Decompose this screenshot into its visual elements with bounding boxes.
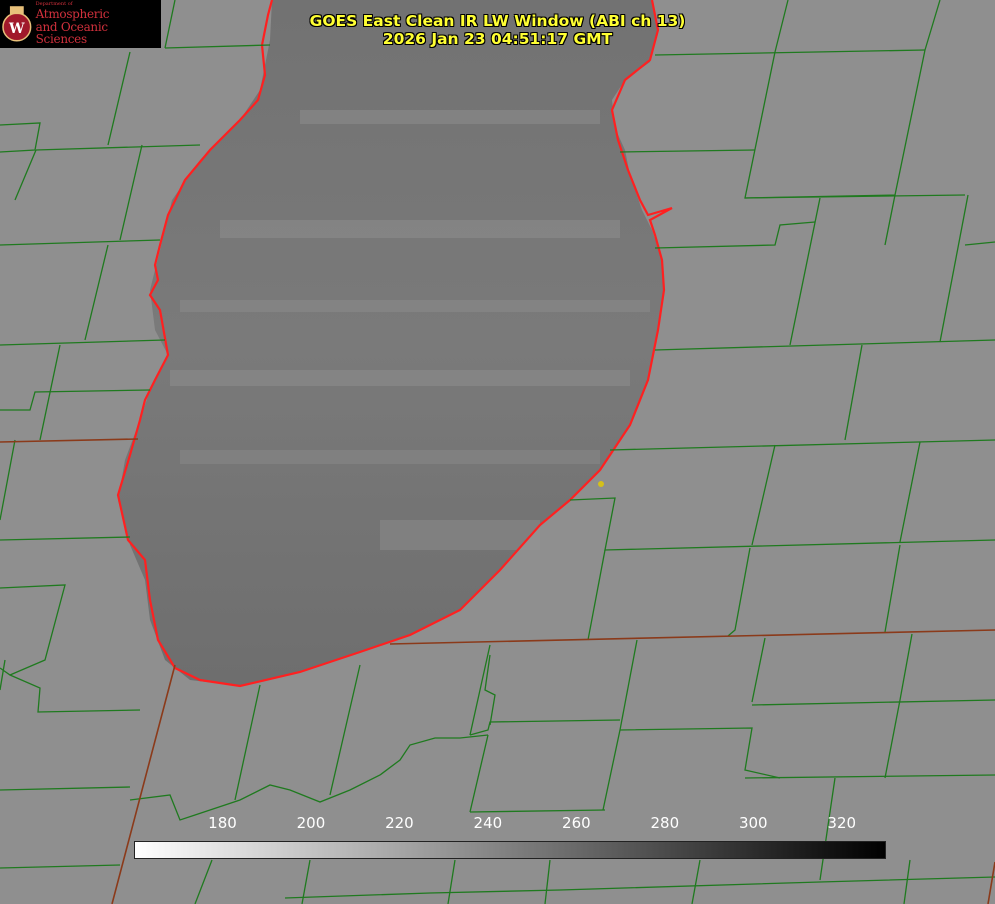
- colorbar-tick-label: 200: [296, 814, 326, 832]
- colorbar-tick-label: 260: [562, 814, 591, 832]
- timestamp: 2026 Jan 23 04:51:17 GMT: [382, 30, 613, 48]
- image-title: GOES East Clean IR LW Window (ABI ch 13)…: [0, 12, 995, 48]
- colorbar-ticks: 180 200 220 240 260 280 300 320: [0, 814, 995, 834]
- colorbar-tick-label: 180: [208, 814, 237, 832]
- colorbar-tick-label: 280: [650, 814, 680, 832]
- colorbar-tick-label: 220: [385, 814, 414, 832]
- colorbar-tick-label: 240: [473, 814, 503, 832]
- colorbar-tick-label: 300: [738, 814, 768, 832]
- satellite-map: [0, 0, 995, 904]
- colorbar: [134, 841, 886, 859]
- product-title: GOES East Clean IR LW Window (ABI ch 13): [309, 12, 686, 30]
- colorbar-tick-label: 320: [827, 814, 857, 832]
- location-marker: [598, 481, 604, 487]
